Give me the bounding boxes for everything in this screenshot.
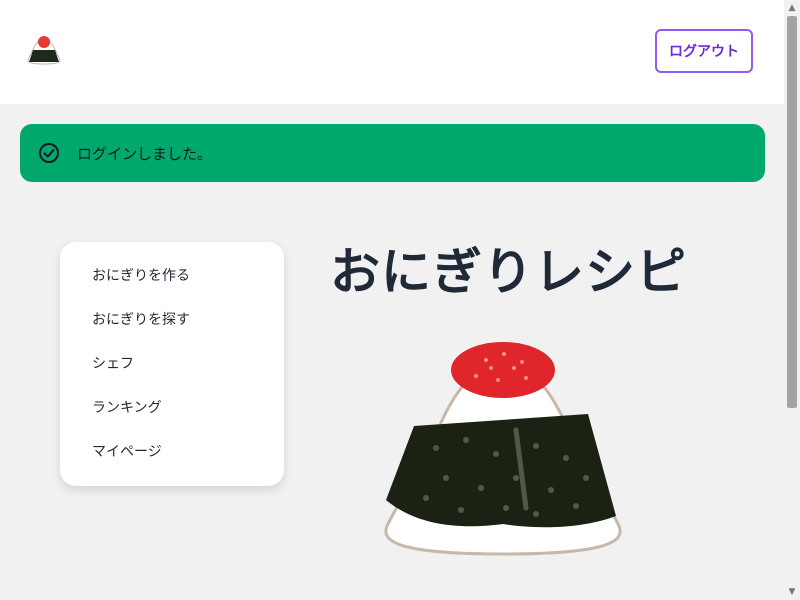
alert-message: ログインしました。 xyxy=(77,144,213,163)
check-circle-icon xyxy=(39,143,59,163)
menu-item-ranking[interactable]: ランキング xyxy=(60,390,284,434)
header: ログアウト xyxy=(0,0,784,104)
menu-item-search-onigiri[interactable]: おにぎりを探す xyxy=(60,302,284,346)
menu-item-my-page[interactable]: マイページ xyxy=(60,434,284,478)
success-alert: ログインしました。 xyxy=(20,124,765,182)
onigiri-logo-icon[interactable] xyxy=(26,34,62,68)
scroll-down-arrow-icon[interactable]: ▼ xyxy=(784,584,800,600)
page-title: おにぎりレシピ xyxy=(330,243,687,301)
side-menu: おにぎりを作る おにぎりを探す シェフ ランキング マイページ xyxy=(60,242,284,486)
menu-item-chef[interactable]: シェフ xyxy=(60,346,284,390)
onigiri-illustration xyxy=(384,342,622,556)
vertical-scrollbar[interactable]: ▲ ▼ xyxy=(784,0,800,600)
menu-item-create-onigiri[interactable]: おにぎりを作る xyxy=(60,258,284,302)
logout-button[interactable]: ログアウト xyxy=(655,29,753,73)
scrollbar-thumb[interactable] xyxy=(787,16,797,408)
scroll-up-arrow-icon[interactable]: ▲ xyxy=(784,0,800,16)
